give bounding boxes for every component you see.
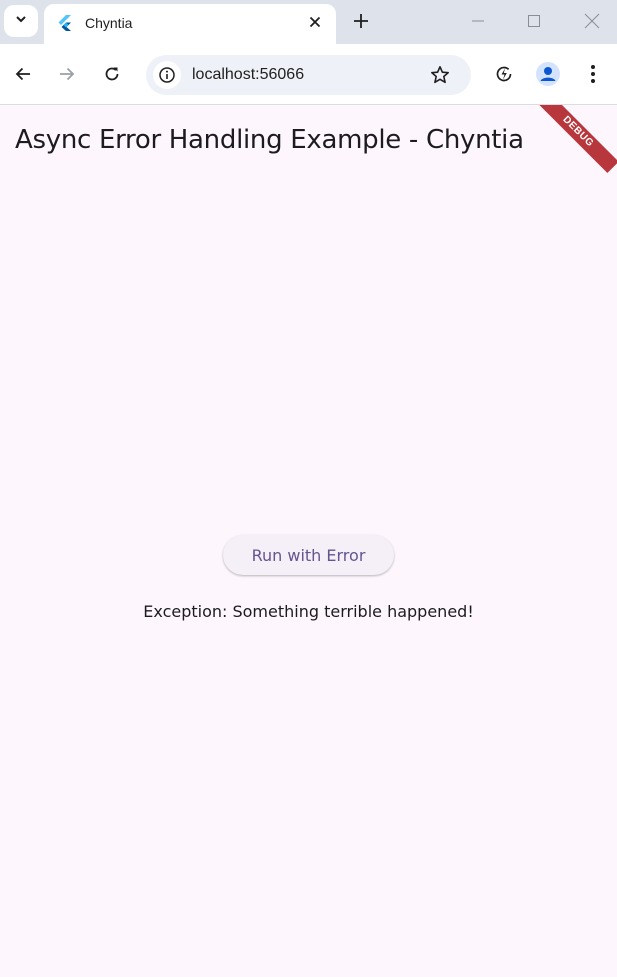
minimize-icon[interactable] <box>465 8 491 34</box>
close-icon[interactable] <box>306 13 324 31</box>
flutter-favicon-icon <box>58 15 72 31</box>
active-tab[interactable]: Chyntia <box>44 4 336 44</box>
debug-banner-label: DEBUG <box>560 114 596 150</box>
tab-search-button[interactable] <box>4 5 38 37</box>
debug-banner: DEBUG <box>536 105 617 174</box>
site-info-icon[interactable] <box>153 61 181 89</box>
profile-icon[interactable] <box>533 59 563 89</box>
reload-icon[interactable] <box>97 59 127 89</box>
new-tab-icon[interactable] <box>348 8 374 34</box>
browser-toolbar: localhost:56066 <box>0 44 617 105</box>
address-bar[interactable]: localhost:56066 <box>146 55 471 95</box>
performance-icon[interactable] <box>489 59 519 89</box>
bookmark-star-icon[interactable] <box>428 63 452 87</box>
tab-title: Chyntia <box>85 15 133 31</box>
url-text[interactable]: localhost:56066 <box>192 66 304 84</box>
tab-strip: Chyntia <box>0 0 617 44</box>
app-bar-title: Async Error Handling Example - Chyntia <box>15 125 524 155</box>
chevron-down-icon <box>15 12 27 30</box>
app-content: Async Error Handling Example - Chyntia D… <box>0 105 617 977</box>
run-with-error-button[interactable]: Run with Error <box>223 535 394 575</box>
more-menu-icon[interactable] <box>578 59 608 89</box>
maximize-icon[interactable] <box>521 8 547 34</box>
back-icon[interactable] <box>8 59 38 89</box>
error-message: Exception: Something terrible happened! <box>143 602 474 621</box>
window-close-icon[interactable] <box>579 8 605 34</box>
forward-icon[interactable] <box>52 59 82 89</box>
